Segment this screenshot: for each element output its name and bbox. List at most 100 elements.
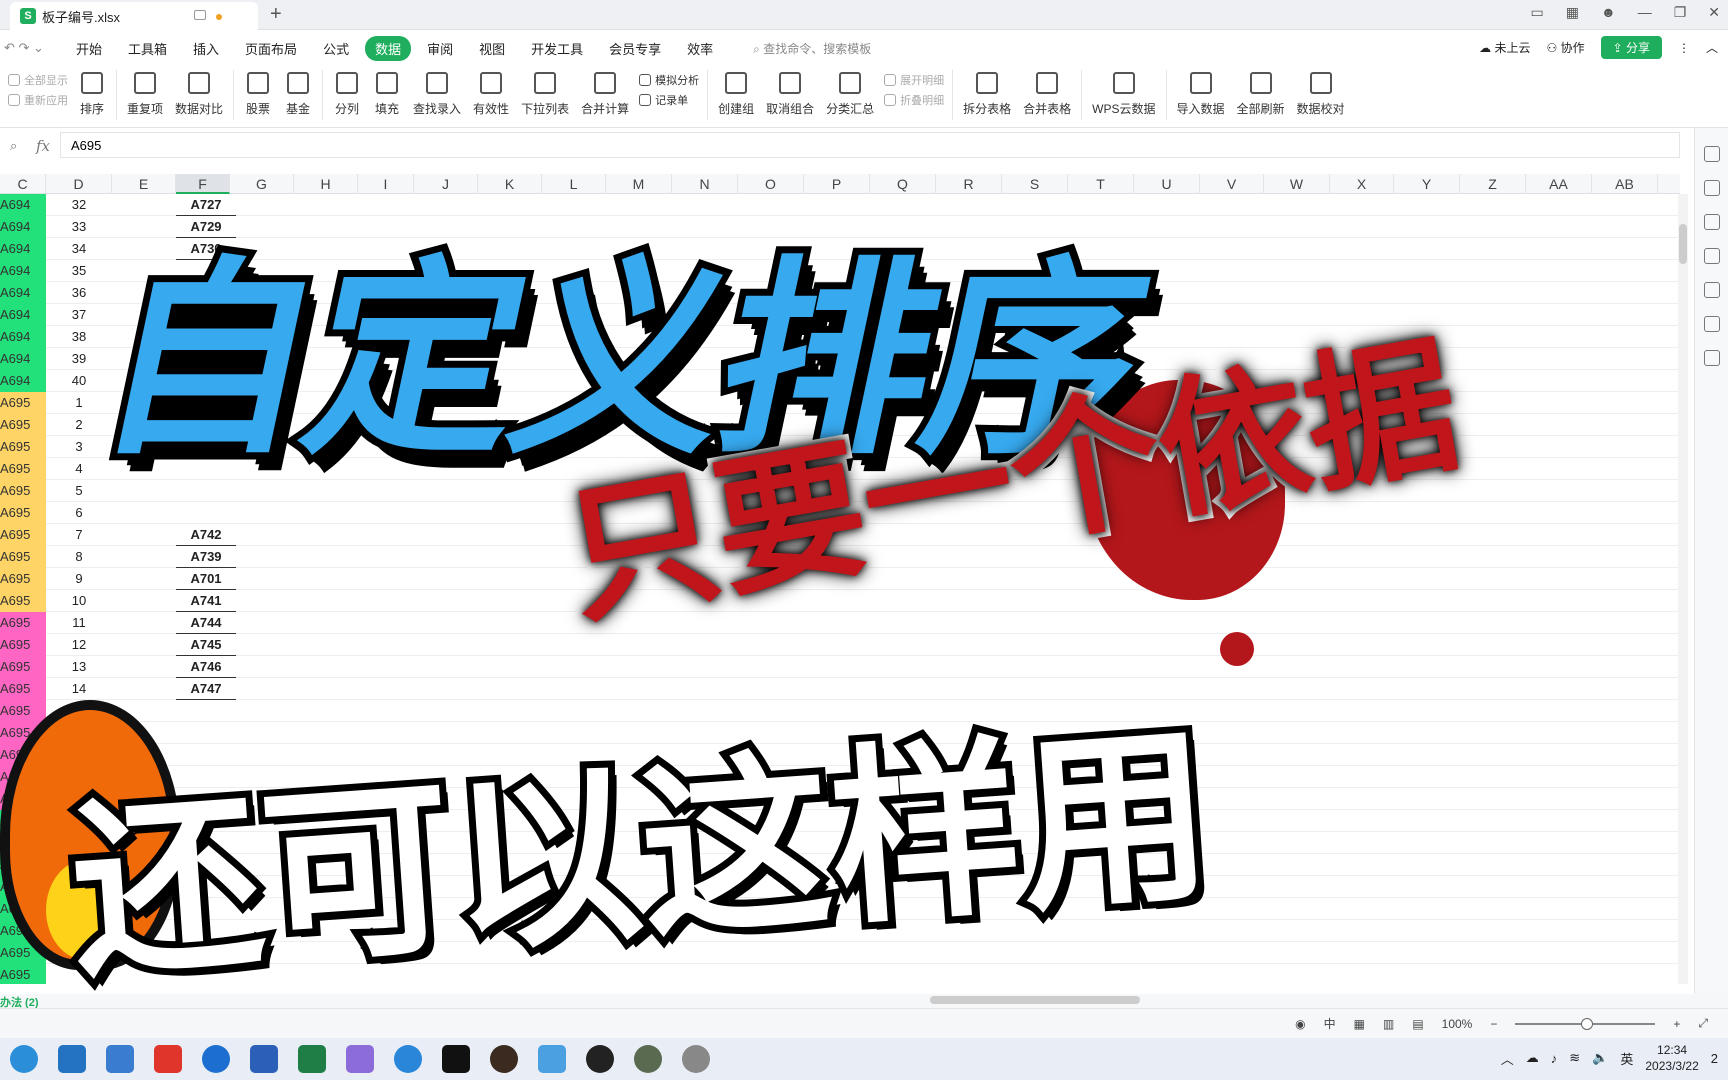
cell-c[interactable]: A694 [0,282,46,304]
column-header-w[interactable]: W [1264,174,1330,194]
data-check-button[interactable]: 数据校对 [1291,66,1351,121]
column-header-k[interactable]: K [478,174,542,194]
mic-icon[interactable]: ♪ [1551,1051,1558,1066]
split-table-button[interactable]: 拆分表格 [957,66,1017,121]
compass-icon[interactable] [1703,316,1720,332]
cell-c[interactable]: A695 [0,546,46,568]
fund-button[interactable]: 基金 [278,66,318,121]
column-header-d[interactable]: D [46,174,112,194]
cell-d[interactable]: 6 [46,502,112,524]
menu-formula[interactable]: 公式 [313,36,359,61]
quick-access-icons[interactable]: ↶ ↷ ⌄ [0,40,66,56]
vertical-scrollbar[interactable] [1678,194,1688,984]
cell-d[interactable]: 1 [46,392,112,414]
cell-f[interactable]: A739 [176,546,236,568]
cell-d[interactable]: 40 [46,370,112,392]
fill-button[interactable]: 填充 [367,66,407,121]
cell-d[interactable]: 39 [46,348,112,370]
column-header-v[interactable]: V [1200,174,1264,194]
layout-icon[interactable]: ▭ [1531,4,1544,21]
grid-icon[interactable]: ▦ [1566,4,1579,21]
edge-icon[interactable] [10,1045,38,1073]
cell-d[interactable] [46,832,112,854]
collapse-detail-button[interactable]: 折叠明细 [880,90,948,110]
column-header-g[interactable]: G [230,174,294,194]
cell-d[interactable]: 4 [46,458,112,480]
create-group-button[interactable]: 创建组 [712,66,760,121]
cell-d[interactable]: 9 [46,568,112,590]
cell-c[interactable]: A694 [0,348,46,370]
expand-detail-button[interactable]: 展开明细 [880,70,948,90]
command-search[interactable]: ⌕ 查找命令、搜索模板 [753,40,871,57]
cell-c[interactable]: A695 [0,568,46,590]
column-header-o[interactable]: O [738,174,804,194]
cell-c[interactable]: A695 [0,744,46,766]
cell-c[interactable]: A695 [0,722,46,744]
cell-f[interactable]: A746 [176,656,236,678]
python-icon[interactable] [538,1045,566,1073]
zoom-lens-icon[interactable]: ⌕ [10,138,17,154]
column-header-j[interactable]: J [414,174,478,194]
feishu-icon[interactable] [202,1045,230,1073]
cell-c[interactable]: A695 [0,392,46,414]
fx-icon[interactable]: fx [36,137,50,155]
column-header-s[interactable]: S [1002,174,1068,194]
cell-c[interactable]: A695 [0,964,46,984]
cell-d[interactable]: 2 [46,414,112,436]
column-header-c[interactable]: C [0,174,46,194]
obs-icon[interactable] [586,1045,614,1073]
onedrive-icon[interactable]: ☁ [1526,1050,1539,1066]
page-layout-icon[interactable]: ▥ [1383,1017,1394,1031]
settings-icon[interactable] [1703,214,1720,230]
cell-d[interactable]: 34 [46,238,112,260]
cloud-status[interactable]: ☁ 未上云 [1479,39,1530,56]
compare-button[interactable]: 数据对比 [169,66,229,121]
cell-c[interactable]: A695 [0,678,46,700]
photos-icon[interactable] [346,1045,374,1073]
cell-d[interactable]: 14 [46,678,112,700]
import-data-button[interactable]: 导入数据 [1171,66,1231,121]
cell-d[interactable] [46,920,112,942]
zoom-slider[interactable] [1515,1017,1656,1030]
formula-input[interactable] [60,132,1680,158]
cell-d[interactable]: 5 [46,480,112,502]
cursor-icon[interactable] [1703,180,1720,196]
cell-c[interactable]: A694 [0,194,46,216]
cell-c[interactable]: A695 [0,700,46,722]
cell-f[interactable]: A727 [176,194,236,216]
subtotal-button[interactable]: 分类汇总 [820,66,880,121]
cell-c[interactable]: A694 [0,326,46,348]
reapply-button[interactable]: 重新应用 [4,90,72,110]
cell-c[interactable]: A695 [0,920,46,942]
cell-d[interactable]: 36 [46,282,112,304]
column-header-u[interactable]: U [1134,174,1200,194]
store-icon[interactable] [58,1045,86,1073]
column-header-q[interactable]: Q [870,174,936,194]
gear-icon[interactable] [682,1045,710,1073]
cell-c[interactable]: A694 [0,260,46,282]
cell-c[interactable]: A694 [0,304,46,326]
menu-efficiency[interactable]: 效率 [677,36,723,61]
column-header-y[interactable]: Y [1394,174,1460,194]
normal-view-icon[interactable]: ▦ [1354,1017,1365,1031]
cell-c[interactable]: A695 [0,832,46,854]
excel-icon[interactable] [298,1045,326,1073]
cell-c[interactable]: A695 [0,766,46,788]
image-icon[interactable] [1703,282,1720,298]
book-icon[interactable] [1703,350,1720,366]
horizontal-scrollbar[interactable] [930,996,1140,1004]
cell-f[interactable]: A729 [176,216,236,238]
eye-icon[interactable]: ◉ [1295,1017,1305,1031]
menu-dev-tools[interactable]: 开发工具 [521,36,593,61]
menu-home[interactable]: 开始 [66,36,112,61]
wps-cloud-data-button[interactable]: WPS云数据 [1086,66,1161,121]
cell-d[interactable] [46,898,112,920]
lookup-entry-button[interactable]: 查找录入 [407,66,467,121]
menu-view[interactable]: 视图 [469,36,515,61]
zoom-knob[interactable] [1581,1017,1594,1030]
fullscreen-icon[interactable]: ⤢ [1698,1016,1708,1031]
cell-d[interactable]: 37 [46,304,112,326]
ime-indicator[interactable]: 英 [1620,1049,1633,1068]
cell-f[interactable]: A701 [176,568,236,590]
format-icon[interactable] [1703,248,1720,264]
